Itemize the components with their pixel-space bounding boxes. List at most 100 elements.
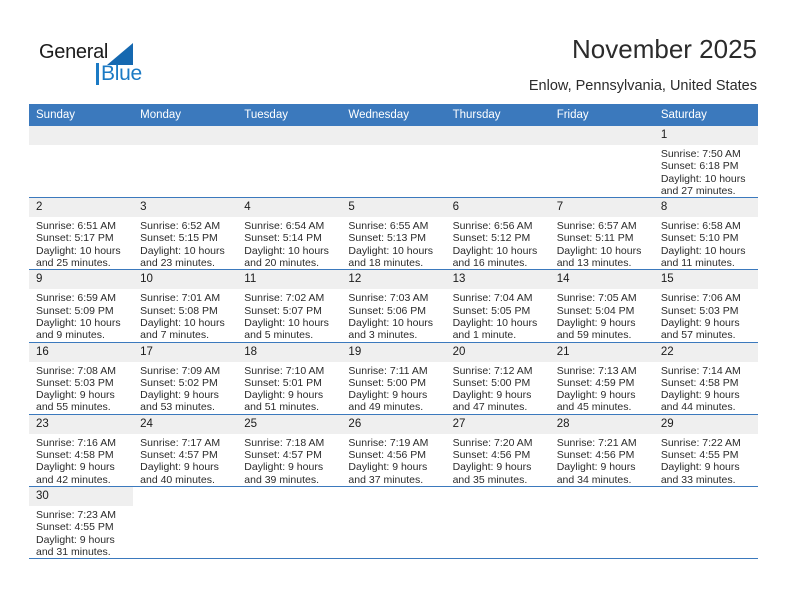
weekday-header: Sunday Monday Tuesday Wednesday Thursday Frid…	[29, 104, 758, 126]
weekday-header-thursday: Thursday	[445, 104, 550, 126]
day-number: 4	[237, 198, 342, 218]
day-cell-inner: 9 Sunrise: 6:59 AM Sunset: 5:09 PM Daylight…	[29, 270, 134, 341]
daylight-text-line1: Daylight: 9 hours	[556, 389, 636, 402]
daylight-text-line2: and 55 minutes.	[36, 401, 111, 414]
sunrise-text: Sunrise: 6:57 AM	[556, 220, 637, 233]
calendar-day-cell[interactable]: 17 Sunrise: 7:09 AM Sunset: 5:02 PM Dayligh…	[133, 342, 238, 415]
daylight-text-line2: and 31 minutes.	[36, 545, 111, 558]
calendar-day-cell[interactable]: 11 Sunrise: 7:02 AM Sunset: 5:07 PM Dayligh…	[237, 269, 342, 343]
daylight-text-line2: and 18 minutes.	[348, 257, 424, 270]
day-number: 15	[653, 270, 758, 290]
daylight-text-line2: and 42 minutes.	[36, 473, 111, 486]
calendar-week-row: 30 Sunrise: 7:23 AM Sunset: 4:55 PM Dayligh…	[29, 486, 758, 560]
sunrise-text: Sunrise: 7:19 AM	[348, 436, 429, 449]
weekday-header-wednesday: Wednesday	[341, 104, 446, 126]
calendar-day-cell[interactable]: 30 Sunrise: 7:23 AM Sunset: 4:55 PM Dayligh…	[29, 486, 134, 560]
day-info: Sunrise: 7:03 AM Sunset: 5:06 PM Daylight:…	[341, 289, 445, 341]
calendar-empty-cell	[445, 126, 550, 199]
day-info: Sunrise: 6:57 AM Sunset: 5:11 PM Daylight:…	[550, 217, 654, 269]
day-info: Sunrise: 6:59 AM Sunset: 5:09 PM Daylight:…	[29, 289, 133, 341]
daylight-text-line2: and 40 minutes.	[140, 473, 215, 486]
calendar-day-cell[interactable]: 1 Sunrise: 7:50 AM Sunset: 6:18 PM Daylight…	[653, 126, 758, 199]
weekday-header-saturday: Saturday	[653, 104, 758, 126]
day-info: Sunrise: 7:06 AM Sunset: 5:03 PM Daylight:…	[654, 289, 758, 341]
daylight-text-line1: Daylight: 9 hours	[140, 389, 219, 402]
calendar-day-cell[interactable]: 29 Sunrise: 7:22 AM Sunset: 4:55 PM Dayligh…	[653, 414, 758, 487]
day-number	[341, 126, 446, 145]
calendar-day-cell[interactable]: 12 Sunrise: 7:03 AM Sunset: 5:06 PM Dayligh…	[341, 269, 446, 343]
sunrise-text: Sunrise: 7:18 AM	[244, 436, 325, 449]
calendar-day-cell[interactable]: 24 Sunrise: 7:17 AM Sunset: 4:57 PM Dayligh…	[133, 414, 238, 487]
daylight-text-line1: Daylight: 10 hours	[244, 244, 329, 257]
calendar-day-cell[interactable]: 15 Sunrise: 7:06 AM Sunset: 5:03 PM Dayligh…	[653, 269, 758, 343]
day-number: 17	[133, 342, 238, 362]
sunset-text: Sunset: 4:58 PM	[660, 376, 739, 389]
calendar-day-cell[interactable]: 20 Sunrise: 7:12 AM Sunset: 5:00 PM Dayligh…	[445, 342, 550, 415]
calendar-day-cell[interactable]: 23 Sunrise: 7:16 AM Sunset: 4:58 PM Dayligh…	[29, 414, 134, 487]
sunrise-sunset-calendar: Sunday Monday Tuesday Wednesday Thursday Frid…	[29, 104, 758, 560]
day-cell-inner	[341, 487, 445, 558]
daylight-text-line1: Daylight: 10 hours	[660, 172, 746, 185]
calendar-day-cell[interactable]: 18 Sunrise: 7:10 AM Sunset: 5:01 PM Dayligh…	[237, 342, 342, 415]
daylight-text-line2: and 53 minutes.	[140, 401, 215, 414]
calendar-day-cell[interactable]: 22 Sunrise: 7:14 AM Sunset: 4:58 PM Dayligh…	[653, 342, 758, 415]
day-cell-inner	[237, 487, 341, 558]
calendar-day-cell[interactable]: 28 Sunrise: 7:21 AM Sunset: 4:56 PM Dayligh…	[549, 414, 654, 487]
calendar-day-cell[interactable]: 27 Sunrise: 7:20 AM Sunset: 4:56 PM Dayligh…	[445, 414, 550, 487]
calendar-day-cell[interactable]: 14 Sunrise: 7:05 AM Sunset: 5:04 PM Dayligh…	[549, 269, 654, 343]
day-info: Sunrise: 6:56 AM Sunset: 5:12 PM Daylight:…	[446, 217, 550, 269]
day-cell-inner: 12 Sunrise: 7:03 AM Sunset: 5:06 PM Dayligh…	[341, 270, 446, 341]
calendar-day-cell[interactable]: 21 Sunrise: 7:13 AM Sunset: 4:59 PM Dayligh…	[549, 342, 654, 415]
daylight-text-line2: and 11 minutes.	[660, 257, 735, 270]
calendar-page: General Blue November 2025 Enlow, Pennsy…	[0, 0, 792, 612]
calendar-day-cell[interactable]: 13 Sunrise: 7:04 AM Sunset: 5:05 PM Dayligh…	[445, 269, 550, 343]
day-info: Sunrise: 7:13 AM Sunset: 4:59 PM Daylight:…	[550, 362, 654, 414]
calendar-day-cell[interactable]: 3 Sunrise: 6:52 AM Sunset: 5:15 PM Daylight…	[133, 197, 238, 271]
day-info: Sunrise: 7:20 AM Sunset: 4:56 PM Daylight:…	[446, 434, 550, 486]
day-info: Sunrise: 6:55 AM Sunset: 5:13 PM Daylight:…	[341, 217, 445, 269]
page-header: General Blue November 2025 Enlow, Pennsy…	[0, 0, 792, 104]
day-info: Sunrise: 7:08 AM Sunset: 5:03 PM Daylight:…	[29, 362, 133, 414]
calendar-day-cell[interactable]: 8 Sunrise: 6:58 AM Sunset: 5:10 PM Daylight…	[653, 197, 758, 271]
calendar-day-cell[interactable]: 26 Sunrise: 7:19 AM Sunset: 4:56 PM Dayligh…	[341, 414, 446, 487]
sunset-text: Sunset: 5:08 PM	[140, 304, 218, 317]
sunset-text: Sunset: 5:00 PM	[348, 376, 427, 389]
sunset-text: Sunset: 4:57 PM	[244, 449, 322, 462]
day-cell-inner: 24 Sunrise: 7:17 AM Sunset: 4:57 PM Dayligh…	[133, 414, 238, 486]
calendar-day-cell[interactable]: 2 Sunrise: 6:51 AM Sunset: 5:17 PM Daylight…	[29, 197, 134, 271]
daylight-text-line2: and 49 minutes.	[348, 401, 424, 414]
daylight-text-line1: Daylight: 9 hours	[36, 533, 115, 546]
daylight-text-line1: Daylight: 10 hours	[452, 316, 538, 329]
calendar-day-cell[interactable]: 5 Sunrise: 6:55 AM Sunset: 5:13 PM Daylight…	[341, 197, 446, 271]
sunset-text: Sunset: 4:56 PM	[556, 449, 635, 462]
calendar-day-cell[interactable]: 25 Sunrise: 7:18 AM Sunset: 4:57 PM Dayligh…	[237, 414, 342, 487]
calendar-day-cell[interactable]: 10 Sunrise: 7:01 AM Sunset: 5:08 PM Dayligh…	[133, 269, 238, 343]
sunrise-text: Sunrise: 6:55 AM	[348, 220, 429, 233]
calendar-day-cell[interactable]: 19 Sunrise: 7:11 AM Sunset: 5:00 PM Dayligh…	[341, 342, 446, 415]
sunrise-text: Sunrise: 7:08 AM	[36, 364, 116, 377]
calendar-week-row: 2 Sunrise: 6:51 AM Sunset: 5:17 PM Daylight…	[29, 197, 758, 271]
calendar-day-cell[interactable]: 9 Sunrise: 6:59 AM Sunset: 5:09 PM Daylight…	[29, 269, 134, 343]
calendar-day-cell[interactable]: 6 Sunrise: 6:56 AM Sunset: 5:12 PM Daylight…	[445, 197, 550, 271]
daylight-text-line2: and 1 minute.	[452, 329, 517, 342]
daylight-text-line1: Daylight: 9 hours	[36, 389, 115, 402]
day-info: Sunrise: 7:12 AM Sunset: 5:00 PM Daylight:…	[446, 362, 550, 414]
sunrise-text: Sunrise: 7:22 AM	[660, 436, 741, 449]
sunset-text: Sunset: 5:06 PM	[348, 304, 427, 317]
general-blue-logo[interactable]: General Blue	[39, 41, 159, 89]
day-info: Sunrise: 6:54 AM Sunset: 5:14 PM Daylight:…	[237, 217, 341, 269]
daylight-text-line1: Daylight: 9 hours	[348, 461, 428, 474]
day-info: Sunrise: 7:02 AM Sunset: 5:07 PM Daylight:…	[237, 289, 341, 341]
day-number: 28	[549, 414, 654, 434]
day-number: 20	[445, 342, 550, 362]
day-cell-inner: 3 Sunrise: 6:52 AM Sunset: 5:15 PM Daylight…	[133, 198, 238, 269]
calendar-day-cell[interactable]: 16 Sunrise: 7:08 AM Sunset: 5:03 PM Dayligh…	[29, 342, 134, 415]
sunset-text: Sunset: 4:55 PM	[36, 521, 114, 534]
calendar-header-row: Sunday Monday Tuesday Wednesday Thursday Frid…	[29, 104, 758, 126]
sunset-text: Sunset: 5:12 PM	[452, 232, 531, 245]
calendar-day-cell[interactable]: 7 Sunrise: 6:57 AM Sunset: 5:11 PM Daylight…	[549, 197, 654, 271]
calendar-day-cell[interactable]: 4 Sunrise: 6:54 AM Sunset: 5:14 PM Daylight…	[237, 197, 342, 271]
day-cell-inner: 23 Sunrise: 7:16 AM Sunset: 4:58 PM Dayligh…	[29, 414, 134, 486]
sunset-text: Sunset: 5:05 PM	[452, 304, 531, 317]
day-info: Sunrise: 7:14 AM Sunset: 4:58 PM Daylight:…	[654, 362, 758, 414]
